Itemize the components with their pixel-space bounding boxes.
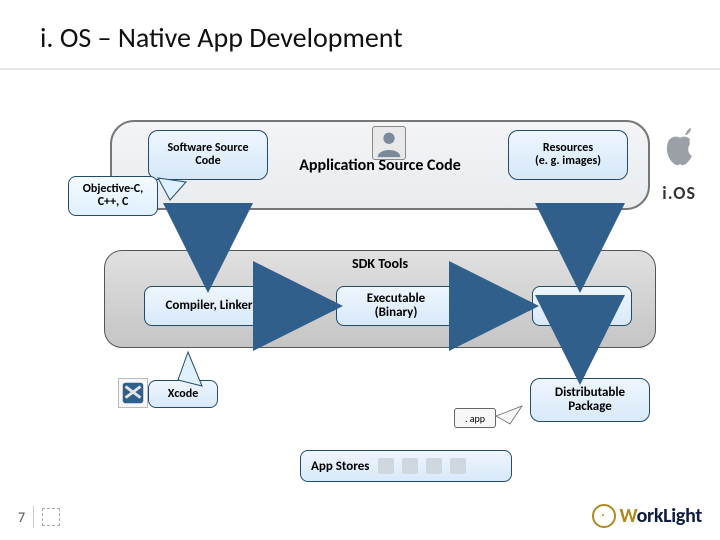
app-stores-box: App Stores <box>300 450 512 482</box>
worklight-icon <box>592 504 616 528</box>
software-source-code-label: Software Source Code <box>167 142 248 168</box>
xcode-label: Xcode <box>168 387 199 401</box>
page-number: 7 <box>18 506 60 528</box>
slide: i. OS – Native App Development Applicati… <box>0 0 720 540</box>
resources-label: Resources (e. g. images) <box>535 142 601 168</box>
app-stores-label: App Stores <box>311 459 370 474</box>
store-blackberry-icon <box>426 458 442 474</box>
avatar-icon <box>372 126 406 160</box>
page-placeholder-icon <box>42 508 60 526</box>
store-android-icon <box>402 458 418 474</box>
objective-c-box: Objective-C, C++, C <box>68 176 158 216</box>
xcode-box: Xcode <box>148 380 218 408</box>
packager-label: Packager <box>558 299 606 313</box>
xcode-app-icon <box>118 378 148 408</box>
distributable-package-box: Distributable Package <box>530 378 650 422</box>
app-file-box: . app <box>454 408 496 428</box>
page-title: i. OS – Native App Development <box>40 20 403 55</box>
objective-c-label: Objective-C, C++, C <box>83 183 143 209</box>
executable-binary-box: Executable (Binary) <box>336 286 456 326</box>
compiler-linker-box: Compiler, Linker <box>144 286 274 326</box>
store-apple-icon <box>378 458 394 474</box>
sdk-tools-label: SDK Tools <box>105 255 655 272</box>
apple-logo-icon <box>658 118 698 178</box>
store-windows-icon <box>450 458 466 474</box>
ios-label: i.OS <box>662 182 696 204</box>
executable-binary-label: Executable (Binary) <box>367 292 425 321</box>
worklight-w: W <box>620 504 637 528</box>
page-number-value: 7 <box>18 509 25 526</box>
packager-box: Packager <box>532 286 632 326</box>
resources-box: Resources (e. g. images) <box>508 130 628 180</box>
worklight-logo: WorkLight <box>592 504 702 528</box>
software-source-code-box: Software Source Code <box>148 130 268 180</box>
distributable-package-label: Distributable Package <box>555 386 625 415</box>
compiler-linker-label: Compiler, Linker <box>165 299 252 313</box>
app-file-label: . app <box>465 412 485 425</box>
worklight-rest: orkLight <box>637 504 702 528</box>
title-rule <box>0 68 720 70</box>
page-divider <box>33 506 34 528</box>
